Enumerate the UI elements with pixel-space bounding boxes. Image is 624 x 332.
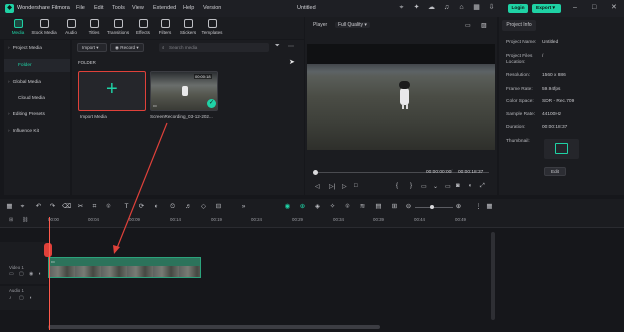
annotation-arrow-line: [116, 122, 168, 249]
annotation-arrow-head: [113, 245, 120, 254]
annotation-arrow: [113, 122, 168, 254]
mouse-cursor-icon: ➤: [289, 59, 295, 66]
